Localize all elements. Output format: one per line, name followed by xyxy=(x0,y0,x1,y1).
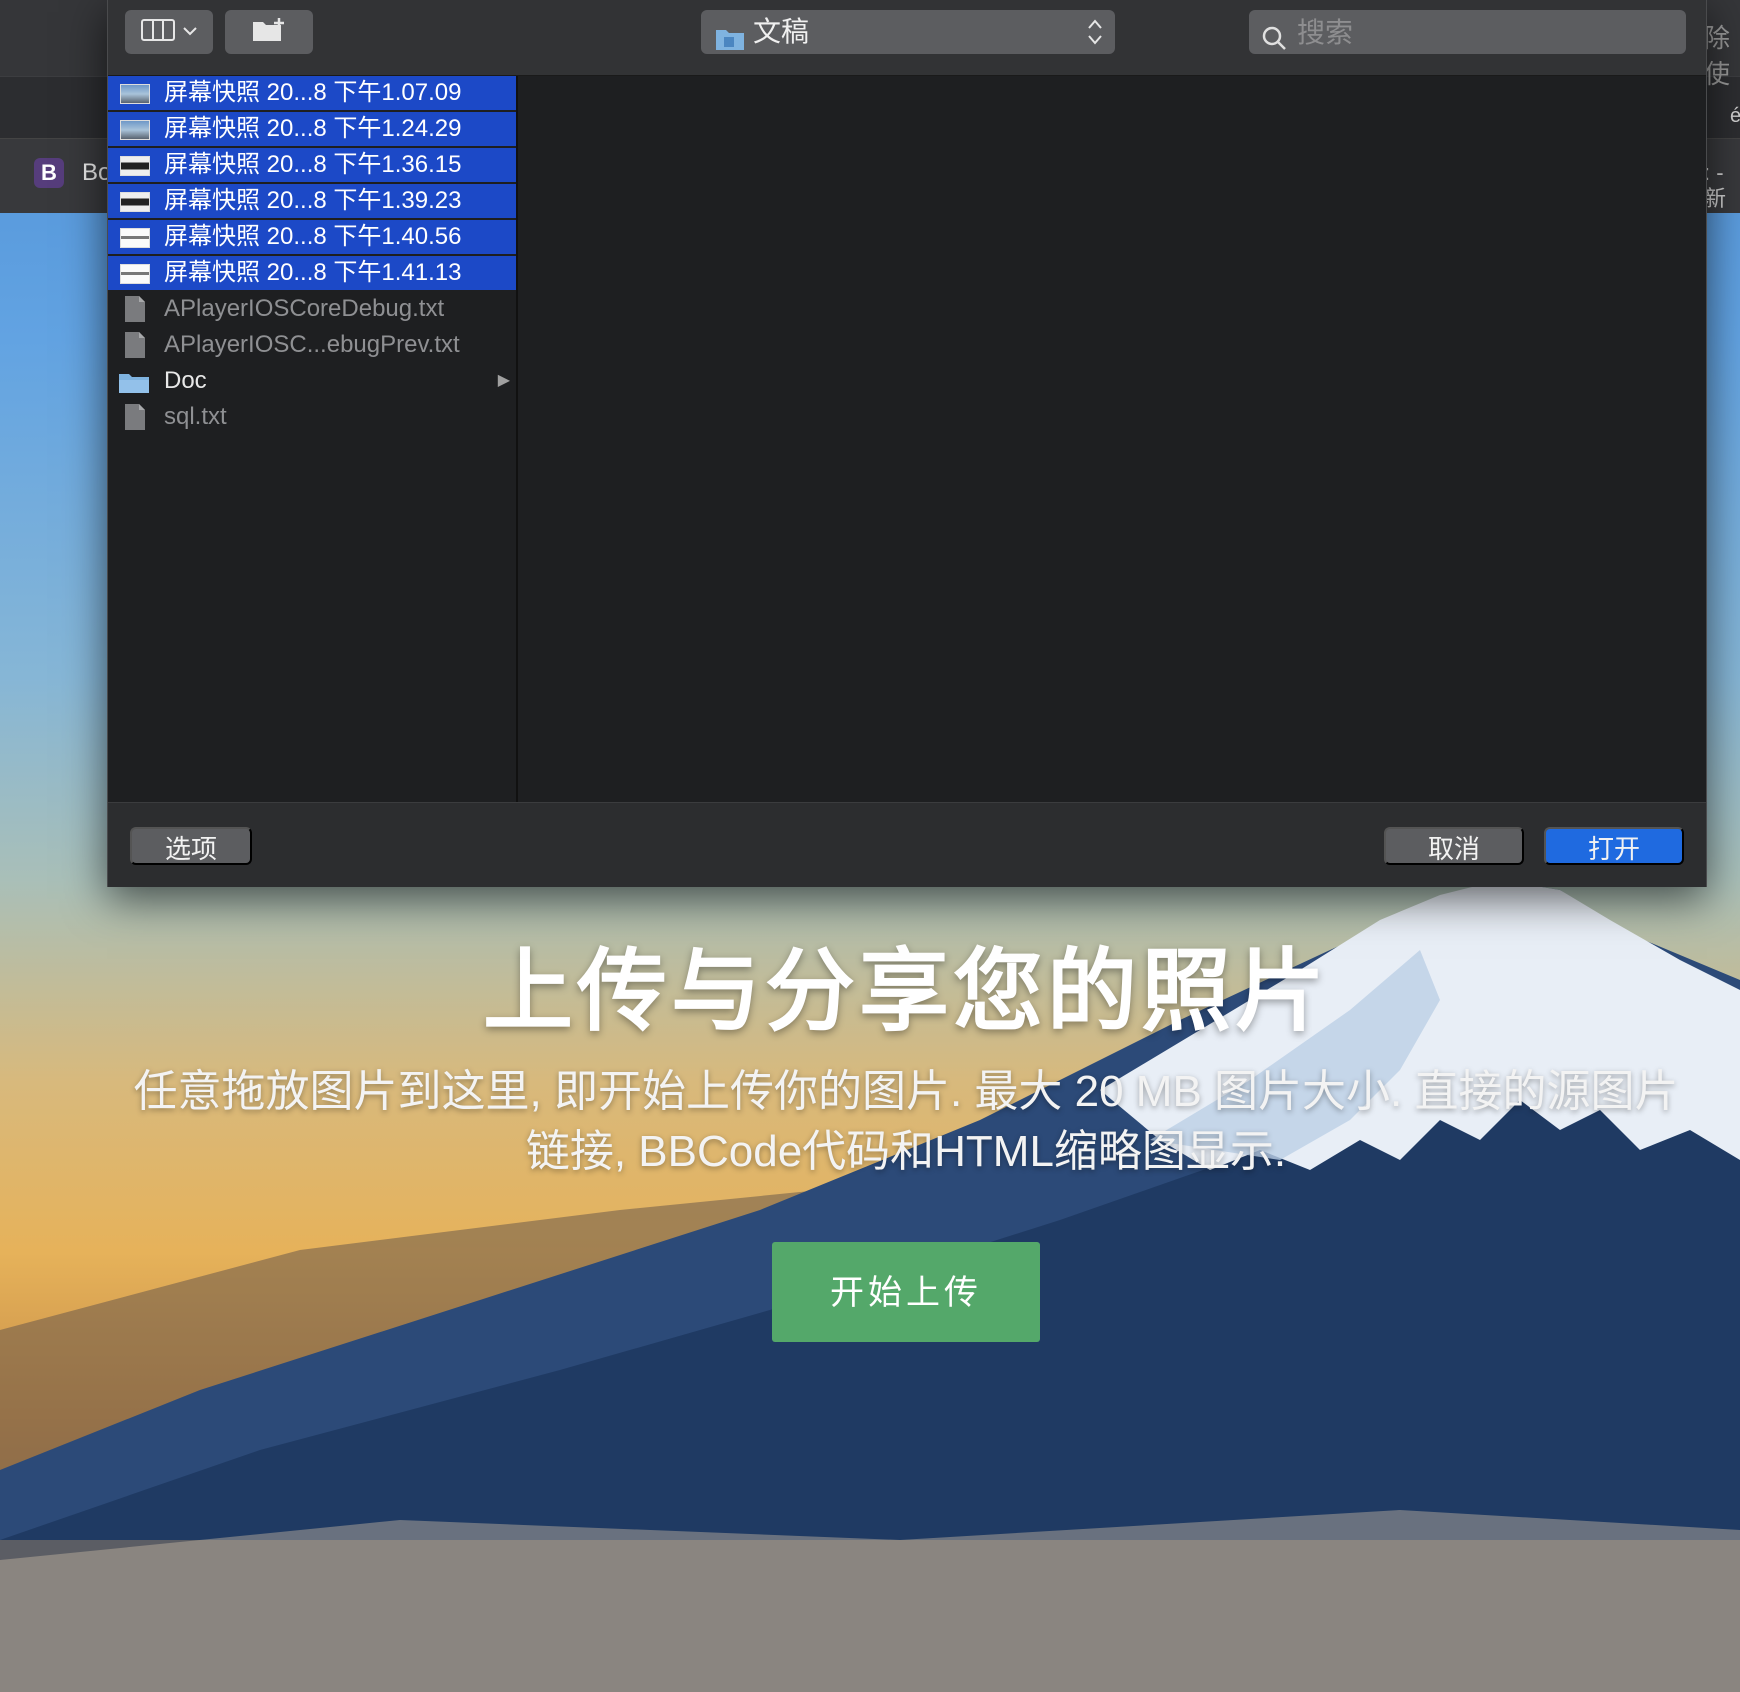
image-thumbnail-icon xyxy=(120,120,150,140)
cancel-button[interactable]: 取消 xyxy=(1384,827,1524,865)
file-name: 屏幕快照 20...8 下午1.07.09 xyxy=(164,79,462,106)
file-name: 屏幕快照 20...8 下午1.36.15 xyxy=(164,151,462,178)
file-name: 屏幕快照 20...8 下午1.40.56 xyxy=(164,223,462,250)
start-upload-button[interactable]: 开始上传 xyxy=(772,1242,1040,1342)
hero-title: 上传与分享您的照片 xyxy=(483,942,1329,1042)
image-thumbnail-icon xyxy=(120,84,150,104)
search-field[interactable] xyxy=(1249,10,1686,56)
location-popup[interactable]: 文稿 xyxy=(701,10,1115,54)
image-thumbnail-icon xyxy=(120,264,150,284)
file-name: APlayerIOSC...ebugPrev.txt xyxy=(164,331,460,358)
preview-pane xyxy=(518,76,1706,802)
chevron-down-icon xyxy=(183,23,197,41)
open-button[interactable]: 打开 xyxy=(1544,827,1684,865)
file-item[interactable]: 屏幕快照 20...8 下午1.39.23 xyxy=(108,184,516,218)
dialog-toolbar: 文稿 xyxy=(108,0,1706,76)
file-item[interactable]: 屏幕快照 20...8 下午1.36.15 xyxy=(108,148,516,182)
search-input[interactable] xyxy=(1295,10,1679,56)
file-item[interactable]: sql.txt xyxy=(108,400,516,434)
image-thumbnail-icon xyxy=(120,192,150,212)
file-column[interactable]: 屏幕快照 20...8 下午1.07.09 屏幕快照 20...8 下午1.24.… xyxy=(108,76,518,802)
folder-icon xyxy=(715,20,745,64)
file-item[interactable]: 屏幕快照 20...8 下午1.24.29 xyxy=(108,112,516,146)
view-mode-button[interactable] xyxy=(125,10,213,54)
file-item[interactable]: 屏幕快照 20...8 下午1.40.56 xyxy=(108,220,516,254)
open-file-dialog: 文稿 屏幕快照 20...8 下午1.07.09屏幕快照 20...8 下午1.… xyxy=(107,0,1707,887)
file-name: APlayerIOSCoreDebug.txt xyxy=(164,295,445,322)
file-item[interactable]: APlayerIOSCoreDebug.txt xyxy=(108,292,516,326)
column-view-icon xyxy=(141,18,175,46)
file-item[interactable]: 屏幕快照 20...8 下午1.07.09 xyxy=(108,76,516,110)
options-button[interactable]: 选项 xyxy=(130,827,252,865)
disclosure-arrow-icon: ▶ xyxy=(497,372,510,389)
up-down-chevron-icon xyxy=(1087,16,1103,60)
edge-text: é xyxy=(1730,105,1740,127)
image-thumbnail-icon xyxy=(120,228,150,248)
new-folder-icon xyxy=(251,17,287,48)
bootstrap-favicon-icon: B xyxy=(34,158,64,188)
folder-item[interactable]: Doc ▶ xyxy=(108,364,516,398)
folder-icon xyxy=(118,370,150,404)
text-document-icon xyxy=(124,403,146,441)
file-name: 屏幕快照 20...8 下午1.41.13 xyxy=(164,259,462,286)
new-folder-button[interactable] xyxy=(225,10,313,54)
file-name: Doc xyxy=(164,367,207,394)
file-item[interactable]: APlayerIOSC...ebugPrev.txt xyxy=(108,328,516,362)
file-item[interactable]: 屏幕快照 20...8 下午1.41.13 xyxy=(108,256,516,290)
file-name: sql.txt xyxy=(164,403,227,430)
file-browser: 屏幕快照 20...8 下午1.07.09 屏幕快照 20...8 下午1.24.… xyxy=(108,76,1706,802)
edge-text: 除使 xyxy=(1704,23,1731,89)
file-name: 屏幕快照 20...8 下午1.24.29 xyxy=(164,115,462,142)
image-thumbnail-icon xyxy=(120,156,150,176)
search-icon xyxy=(1261,20,1287,64)
dialog-footer: 选项 取消 打开 xyxy=(108,802,1706,887)
file-name: 屏幕快照 20...8 下午1.39.23 xyxy=(164,187,462,214)
edge-tab-title[interactable]: : - 新 xyxy=(1704,160,1740,212)
location-label: 文稿 xyxy=(753,16,810,47)
hero-description: 任意拖放图片到这里, 即开始上传你的图片. 最大 20 MB 图片大小. 直接的… xyxy=(133,1067,1679,1176)
